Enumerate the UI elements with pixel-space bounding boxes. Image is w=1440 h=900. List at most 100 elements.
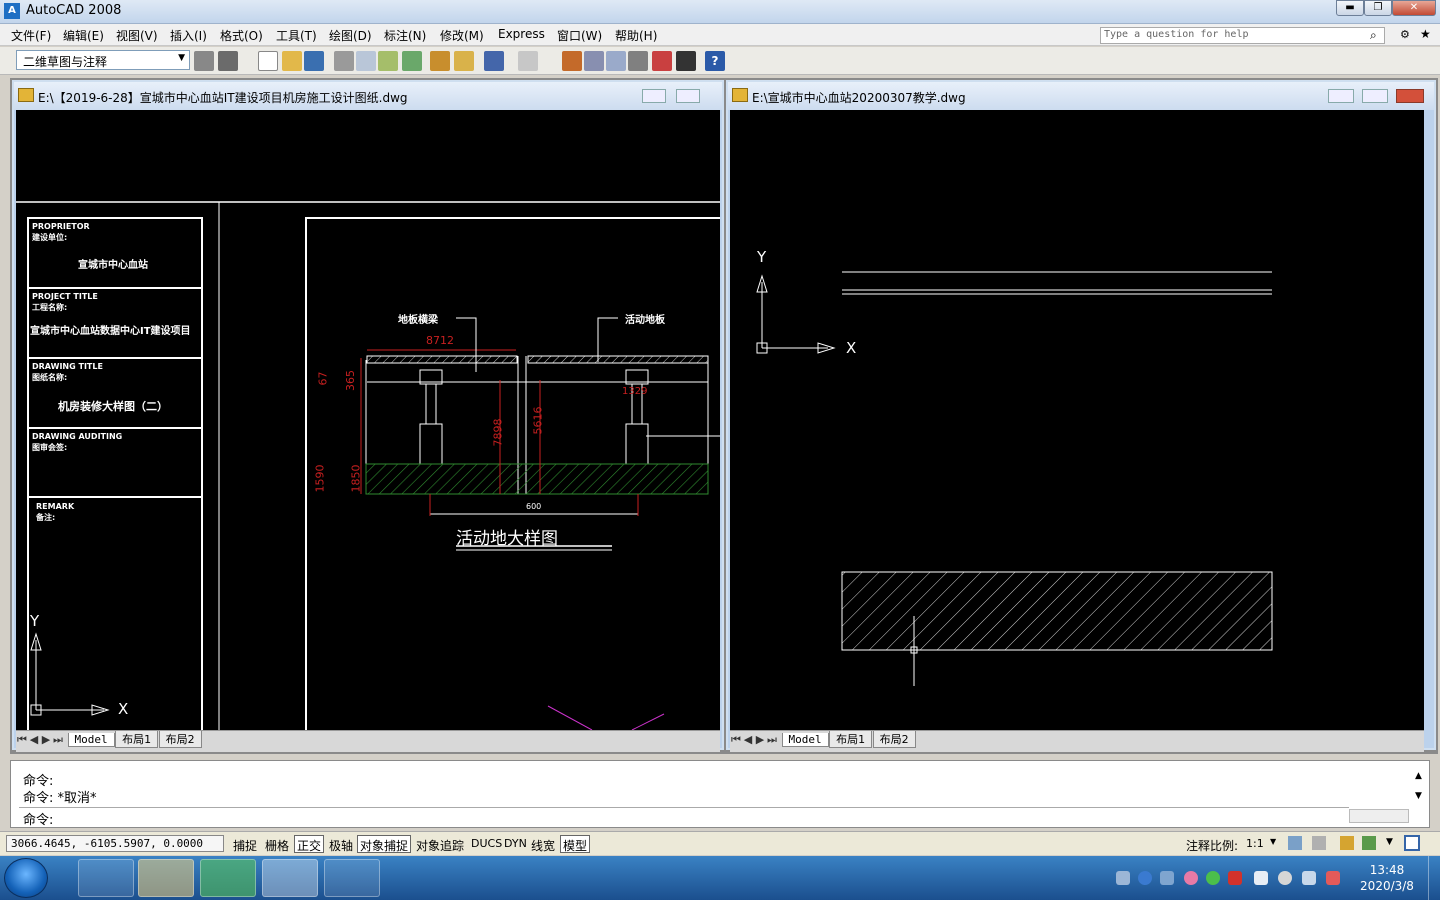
right-close-button[interactable] <box>1396 89 1424 103</box>
menu-help[interactable]: 帮助(H) <box>615 27 657 44</box>
workspace-settings-icon[interactable] <box>194 51 214 71</box>
print-icon[interactable] <box>334 51 354 71</box>
tab-prev-icon[interactable]: ◀ <box>742 733 754 746</box>
help-tray-icon[interactable] <box>1138 871 1152 885</box>
redo-icon[interactable] <box>518 51 538 71</box>
tab-last-icon[interactable]: ⏭ <box>52 733 64 747</box>
flower-icon[interactable] <box>1184 871 1198 885</box>
properties-icon[interactable] <box>628 51 648 71</box>
tab-layout1[interactable]: 布局1 <box>829 731 873 748</box>
left-minimize-button[interactable] <box>642 89 666 103</box>
help-search-input[interactable]: Type a question for help <box>1100 27 1385 44</box>
volume-icon[interactable] <box>1254 871 1268 885</box>
cut-icon[interactable] <box>430 51 450 71</box>
chevron-down-icon[interactable]: ▼ <box>1270 837 1276 846</box>
ortho-toggle[interactable]: 正交 <box>294 835 325 853</box>
wechat-icon[interactable] <box>200 859 256 897</box>
calculator-icon[interactable] <box>676 51 696 71</box>
horizontal-scrollbar[interactable] <box>1349 809 1409 823</box>
minimize-button[interactable]: ▬ <box>1336 0 1364 16</box>
clean-screen-icon[interactable] <box>1404 835 1420 851</box>
tray-settings-icon[interactable] <box>1362 836 1376 850</box>
menu-modify[interactable]: 修改(M) <box>440 27 484 44</box>
left-drawing-window[interactable]: E:\【2019-6-28】宣城市中心血站IT建设项目机房施工设计图纸.dwg <box>12 80 724 752</box>
new-file-icon[interactable] <box>258 51 278 71</box>
command-window[interactable]: 命令: 命令: *取消* 命令: ▲ ▼ <box>10 760 1430 828</box>
right-restore-button[interactable] <box>1362 89 1388 103</box>
right-minimize-button[interactable] <box>1328 89 1354 103</box>
scroll-down-icon[interactable]: ▼ <box>1415 791 1422 801</box>
pan-icon[interactable] <box>562 51 582 71</box>
restore-button[interactable]: ❐ <box>1364 0 1392 16</box>
lock-icon[interactable] <box>1340 836 1354 850</box>
wechat-tray-icon[interactable] <box>1206 871 1220 885</box>
explorer-icon[interactable] <box>78 859 134 897</box>
favorites-icon[interactable]: ★ <box>1420 27 1431 41</box>
smiley-icon[interactable] <box>1278 871 1292 885</box>
tab-next-icon[interactable]: ▶ <box>754 733 766 746</box>
tab-layout1[interactable]: 布局1 <box>115 731 159 748</box>
osnap-toggle[interactable]: 对象捕捉 <box>357 835 412 853</box>
menu-dimension[interactable]: 标注(N) <box>384 27 426 44</box>
zoom-window-icon[interactable] <box>606 51 626 71</box>
help-icon[interactable]: ? <box>705 51 725 71</box>
tab-first-icon[interactable]: ⏮ <box>730 733 742 747</box>
publish-icon[interactable] <box>378 51 398 71</box>
display-icon[interactable] <box>1302 871 1316 885</box>
folder-icon[interactable] <box>138 859 194 897</box>
tab-model[interactable]: Model <box>67 733 115 747</box>
keyboard-icon[interactable] <box>1116 871 1130 885</box>
annotation-visibility-icon[interactable] <box>1288 836 1302 850</box>
tab-layout2[interactable]: 布局2 <box>158 731 202 748</box>
menu-window[interactable]: 窗口(W) <box>557 27 602 44</box>
model-toggle[interactable]: 模型 <box>560 835 591 853</box>
save-icon[interactable] <box>304 51 324 71</box>
action-center-icon[interactable] <box>1326 871 1340 885</box>
communication-center-icon[interactable]: ⚙ <box>1400 28 1410 41</box>
workspace-select[interactable]: 二维草图与注释 ▼ <box>16 50 190 70</box>
print-preview-icon[interactable] <box>356 51 376 71</box>
scroll-up-icon[interactable]: ▲ <box>1415 771 1422 781</box>
open-file-icon[interactable] <box>282 51 302 71</box>
menu-insert[interactable]: 插入(I) <box>170 27 207 44</box>
undo-icon[interactable] <box>484 51 504 71</box>
close-button[interactable]: ✕ <box>1392 0 1436 16</box>
lineweight-toggle[interactable]: 线宽 <box>528 835 558 853</box>
grid-toggle[interactable]: 栅格 <box>262 835 292 853</box>
otrack-toggle[interactable]: 对象追踪 <box>413 835 467 853</box>
show-desktop-button[interactable] <box>1428 856 1440 900</box>
chevron-down-icon[interactable]: ▼ <box>1386 837 1393 847</box>
menu-format[interactable]: 格式(O) <box>220 27 263 44</box>
annotation-scale-value[interactable]: 1:1 <box>1246 837 1264 850</box>
left-drawing-canvas[interactable]: PROPRIETOR 建设单位: 宣城市中心血站 PROJECT TITLE 工… <box>16 110 720 730</box>
antivirus-icon[interactable] <box>1228 871 1242 885</box>
tab-first-icon[interactable]: ⏮ <box>16 733 28 747</box>
workspace-lock-icon[interactable] <box>218 51 238 71</box>
autocad-icon[interactable] <box>262 859 318 897</box>
notebook-icon[interactable] <box>324 859 380 897</box>
network-tray-icon[interactable] <box>1160 871 1174 885</box>
tab-last-icon[interactable]: ⏭ <box>766 733 778 747</box>
design-center-icon[interactable] <box>652 51 672 71</box>
zoom-realtime-icon[interactable] <box>584 51 604 71</box>
command-input[interactable]: 命令: <box>23 809 53 828</box>
left-maximize-button[interactable] <box>676 89 700 103</box>
search-icon[interactable]: ⌕ <box>1370 28 1377 43</box>
tab-prev-icon[interactable]: ◀ <box>28 733 40 746</box>
snap-toggle[interactable]: 捕捉 <box>230 835 260 853</box>
taskbar-clock[interactable]: 13:48 2020/3/8 <box>1352 862 1422 894</box>
menu-tools[interactable]: 工具(T) <box>276 27 317 44</box>
right-drawing-window[interactable]: E:\宣城市中心血站20200307教学.dwg Y X ⏮ ◀ ▶ ⏭ Mod… <box>726 80 1436 752</box>
right-drawing-canvas[interactable]: Y X <box>730 110 1424 730</box>
menu-view[interactable]: 视图(V) <box>116 27 158 44</box>
menu-file[interactable]: 文件(F) <box>11 27 51 44</box>
tab-model[interactable]: Model <box>781 733 829 747</box>
polar-toggle[interactable]: 极轴 <box>326 835 356 853</box>
menu-express[interactable]: Express <box>498 27 545 41</box>
3d-dwf-icon[interactable] <box>402 51 422 71</box>
ducs-toggle[interactable]: DUCS <box>468 835 505 853</box>
menu-edit[interactable]: 编辑(E) <box>63 27 104 44</box>
start-button[interactable] <box>4 858 48 898</box>
dyn-toggle[interactable]: DYN <box>501 835 530 853</box>
auto-scale-icon[interactable] <box>1312 836 1326 850</box>
